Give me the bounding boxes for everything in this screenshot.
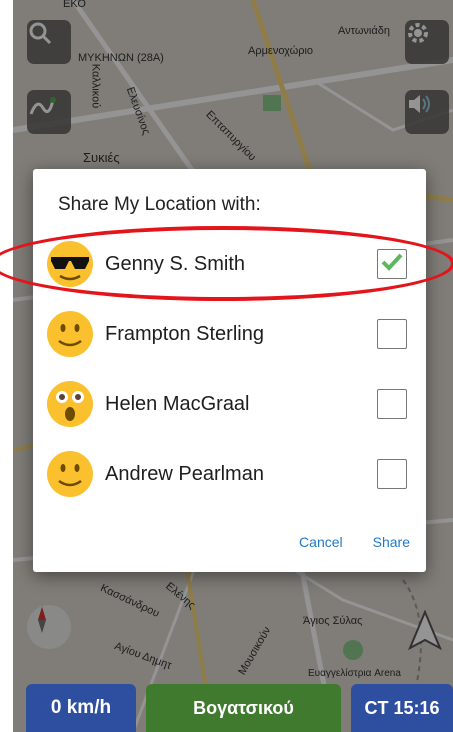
cancel-button[interactable]: Cancel [299,534,343,550]
contact-row[interactable]: Frampton Sterling [45,304,415,364]
time-display: CT 15:16 [351,684,453,732]
speed-value: 0 km/h [50,697,112,718]
contact-row[interactable]: Andrew Pearlman [45,444,415,504]
surprised-face-icon [45,379,95,429]
contact-checkbox[interactable] [377,319,407,349]
current-street-display: Βογατσικού [146,684,341,732]
smiling-face-icon [45,309,95,359]
contact-row[interactable]: Helen MacGraal [45,374,415,434]
highlight-annotation-ring [0,226,453,301]
smiling-face-icon [45,449,95,499]
contact-name: Andrew Pearlman [105,462,264,485]
street-name: Βογατσικού [193,697,294,718]
speed-display: 0 km/h [26,684,136,732]
dialog-actions: Cancel Share [299,534,410,550]
contact-name: Helen MacGraal [105,392,250,415]
contact-name: Frampton Sterling [105,322,264,345]
contact-checkbox[interactable] [377,459,407,489]
time-value: CT 15:16 [364,697,440,718]
dialog-title: Share My Location with: [58,194,261,215]
share-button[interactable]: Share [373,534,410,550]
contact-checkbox[interactable] [377,389,407,419]
